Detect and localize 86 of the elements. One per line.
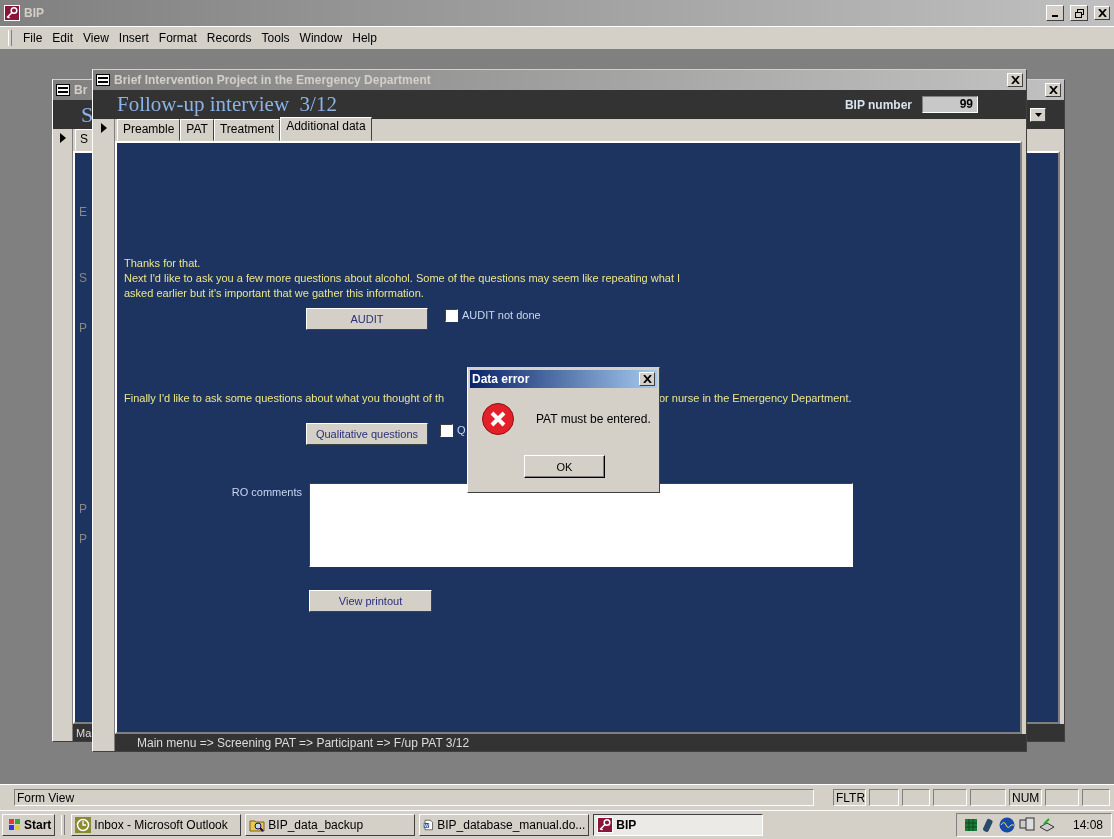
app-title: BIP bbox=[24, 6, 44, 20]
error-message: PAT must be entered. bbox=[536, 412, 651, 426]
checkbox[interactable] bbox=[440, 424, 453, 437]
status-panel bbox=[869, 789, 899, 806]
field-label: BIP number bbox=[844, 97, 912, 112]
window-title: Br bbox=[74, 83, 88, 97]
checkbox-label: Q bbox=[457, 424, 466, 436]
form-icon bbox=[96, 74, 110, 86]
app-icon bbox=[4, 5, 20, 21]
status-panel bbox=[902, 789, 930, 806]
caret-icon bbox=[1034, 112, 1042, 117]
comments-field[interactable] bbox=[309, 483, 853, 567]
status-text: Form View bbox=[14, 789, 814, 806]
form-heading: S bbox=[81, 101, 94, 128]
menu-item[interactable]: Edit bbox=[47, 29, 79, 47]
close-icon bbox=[1010, 76, 1020, 84]
menu-item[interactable]: Insert bbox=[113, 29, 154, 47]
instruction-text: or nurse in the Emergency Department. bbox=[659, 391, 852, 406]
form-heading: Follow-up interview 3/12 bbox=[117, 92, 337, 117]
audit-button[interactable]: AUDIT bbox=[306, 308, 428, 330]
folder-search-icon bbox=[249, 817, 266, 833]
grid-icon bbox=[964, 819, 977, 831]
restore-icon bbox=[1074, 8, 1084, 18]
menu-item[interactable]: Tools bbox=[256, 29, 295, 47]
tab[interactable]: S bbox=[75, 129, 93, 151]
bip-number-field[interactable]: 99 bbox=[922, 96, 978, 113]
form-icon bbox=[56, 84, 70, 96]
field-label: E bbox=[79, 205, 87, 219]
field-label: P bbox=[79, 532, 87, 546]
instruction-text: Finally I'd like to ask some questions about what you thought of th bbox=[124, 391, 445, 406]
breadcrumb: Ma bbox=[76, 726, 92, 739]
checkbox[interactable] bbox=[445, 309, 458, 322]
close-button[interactable] bbox=[1094, 6, 1110, 20]
record-pointer-icon bbox=[59, 133, 66, 143]
field-label: P bbox=[79, 502, 87, 516]
windows-logo-icon bbox=[6, 818, 22, 832]
status-panel bbox=[933, 789, 967, 806]
menu-item[interactable]: File bbox=[18, 29, 48, 47]
qualitative-questions-button[interactable]: Qualitative questions bbox=[306, 423, 428, 445]
key-icon bbox=[597, 817, 614, 833]
clock-icon bbox=[75, 817, 92, 833]
error-icon bbox=[481, 402, 515, 436]
field-label: RO comments bbox=[231, 486, 302, 498]
checkbox-label: AUDIT not done bbox=[462, 309, 541, 321]
ok-button[interactable]: OK bbox=[524, 455, 605, 478]
tab[interactable]: Preamble bbox=[117, 119, 181, 141]
tab[interactable]: Treatment bbox=[213, 119, 281, 141]
dialog-title: Data error bbox=[472, 372, 530, 386]
phone-icon bbox=[980, 817, 995, 833]
status-panel bbox=[1045, 789, 1079, 806]
menu-item[interactable]: View bbox=[78, 29, 114, 47]
taskbar-button[interactable]: BIP_database_manual.do... bbox=[419, 814, 590, 836]
window-title: Brief Intervention Project in the Emergency Department bbox=[114, 73, 431, 87]
start-button[interactable]: Start bbox=[2, 814, 56, 836]
status-indicator: NUM bbox=[1009, 789, 1042, 806]
minimize-button[interactable] bbox=[1046, 5, 1064, 21]
close-button[interactable] bbox=[1045, 83, 1061, 97]
computer-icon bbox=[1018, 817, 1035, 833]
menu-item[interactable]: Format bbox=[153, 29, 202, 47]
menu-item[interactable]: Help bbox=[347, 29, 382, 47]
status-panel bbox=[970, 789, 1006, 806]
field-label: S bbox=[79, 271, 87, 285]
taskbar-button[interactable]: Inbox - Microsoft Outlook bbox=[71, 814, 242, 836]
menu-item[interactable]: Records bbox=[201, 29, 257, 47]
view-printout-button[interactable]: View printout bbox=[309, 590, 432, 612]
tab[interactable]: PAT bbox=[180, 119, 214, 141]
taskbar-button[interactable]: BIP bbox=[593, 814, 764, 836]
instruction-text: Thanks for that. Next I'd like to ask you a few more questions about alcohol. Some of the questions may seem like repeating what I asked earlier but it's important that we gather this information. bbox=[124, 256, 681, 301]
close-icon bbox=[1048, 86, 1058, 94]
breadcrumb: Main menu => Screening PAT => Participant => F/up PAT 3/12 bbox=[137, 735, 470, 750]
network-icon bbox=[998, 817, 1015, 833]
close-button[interactable] bbox=[1007, 73, 1023, 87]
field-label: P bbox=[79, 321, 87, 335]
taskbar-button[interactable]: BIP_data_backup bbox=[245, 814, 416, 836]
tab[interactable]: Additional data bbox=[280, 117, 372, 141]
document-icon bbox=[423, 817, 435, 833]
close-icon bbox=[642, 375, 652, 383]
clock: 14:08 bbox=[1072, 818, 1103, 832]
close-button[interactable] bbox=[639, 372, 655, 386]
status-indicator: FLTR bbox=[833, 789, 866, 806]
status-panel bbox=[1082, 789, 1110, 806]
restore-button[interactable] bbox=[1070, 5, 1088, 21]
record-pointer-icon bbox=[100, 123, 107, 133]
dropdown-button[interactable] bbox=[1030, 107, 1046, 122]
close-icon bbox=[1097, 9, 1107, 17]
menu-item[interactable]: Window bbox=[294, 29, 348, 47]
